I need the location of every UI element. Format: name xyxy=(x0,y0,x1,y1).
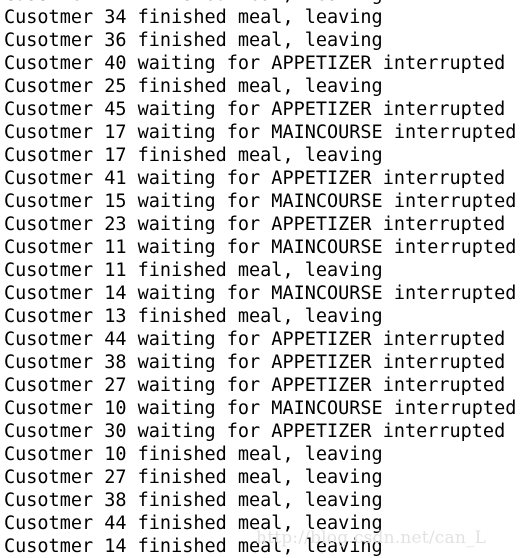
log-line: Cusotmer 25 finished meal, leaving xyxy=(4,76,383,97)
log-line: Cusotmer 10 finished meal, leaving xyxy=(4,444,383,465)
log-line: Cusotmer 23 waiting for APPETIZER interr… xyxy=(4,214,506,235)
log-line: Cusotmer 45 waiting for APPETIZER interr… xyxy=(4,99,506,120)
log-line: Cusotmer 36 finished meal, leaving xyxy=(4,30,383,51)
console-output-pane[interactable]: Cusotmer 42 finished meal, leavingCusotm… xyxy=(0,0,524,558)
log-line: Cusotmer 17 finished meal, leaving xyxy=(4,145,383,166)
log-line: Cusotmer 11 waiting for MAINCOURSE inter… xyxy=(4,237,517,258)
log-line-list: Cusotmer 42 finished meal, leavingCusotm… xyxy=(4,0,516,558)
log-line: Cusotmer 34 finished meal, leaving xyxy=(4,7,383,28)
log-line: Cusotmer 44 waiting for APPETIZER interr… xyxy=(4,329,506,350)
log-line: Cusotmer 14 finished meal, leaving xyxy=(4,536,383,557)
log-line: Cusotmer 27 finished meal, leaving xyxy=(4,467,383,488)
log-line: Cusotmer 10 waiting for MAINCOURSE inter… xyxy=(4,398,517,419)
log-line: Cusotmer 44 finished meal, leaving xyxy=(4,513,383,534)
log-line: Cusotmer 13 finished meal, leaving xyxy=(4,306,383,327)
log-line: Cusotmer 38 waiting for APPETIZER interr… xyxy=(4,352,506,373)
log-line: Cusotmer 17 waiting for MAINCOURSE inter… xyxy=(4,122,517,143)
log-line: Cusotmer 41 waiting for APPETIZER interr… xyxy=(4,168,506,189)
log-line: Cusotmer 30 waiting for APPETIZER interr… xyxy=(4,421,506,442)
log-line: Cusotmer 15 waiting for MAINCOURSE inter… xyxy=(4,191,517,212)
log-line: Cusotmer 40 waiting for APPETIZER interr… xyxy=(4,53,506,74)
log-line: Cusotmer 11 finished meal, leaving xyxy=(4,260,383,281)
log-line: Cusotmer 27 waiting for APPETIZER interr… xyxy=(4,375,506,396)
log-line: Cusotmer 38 finished meal, leaving xyxy=(4,490,383,511)
log-line: Cusotmer 14 waiting for MAINCOURSE inter… xyxy=(4,283,517,304)
